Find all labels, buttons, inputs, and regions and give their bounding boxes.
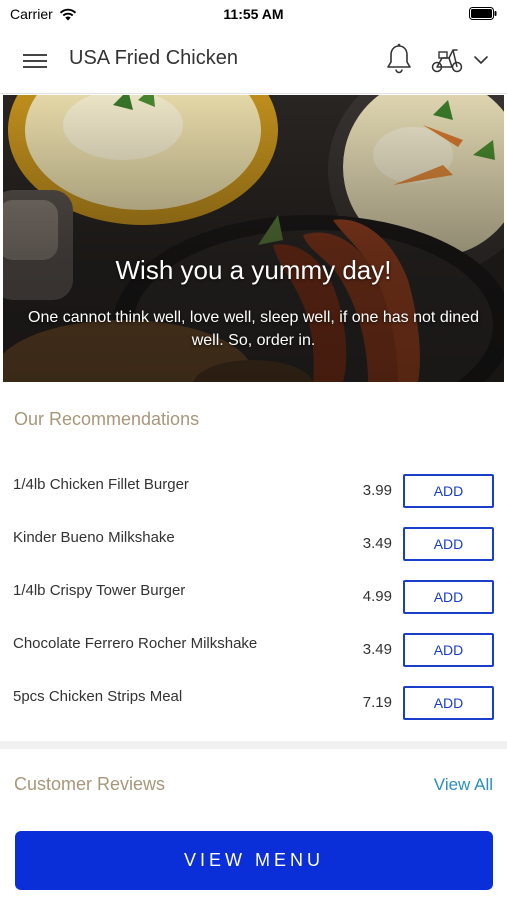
add-button[interactable]: ADD: [403, 686, 494, 720]
hero-banner: Wish you a yummy day! One cannot think w…: [3, 95, 504, 382]
item-price: 3.49: [362, 535, 392, 552]
hero-subtitle: One cannot think well, love well, sleep …: [28, 309, 479, 349]
list-item: Kinder Bueno Milkshake 3.49 ADD: [0, 523, 507, 576]
app-header: USA Fried Chicken: [0, 28, 507, 94]
item-price: 3.99: [362, 482, 392, 499]
item-name: Chocolate Ferrero Rocher Milkshake: [13, 635, 258, 652]
view-all-reviews-link[interactable]: View All: [434, 775, 493, 795]
list-item: 1/4lb Crispy Tower Burger 4.99 ADD: [0, 576, 507, 629]
hero-title: Wish you a yummy day!: [115, 255, 392, 285]
list-item: 1/4lb Chicken Fillet Burger 3.99 ADD: [0, 470, 507, 523]
item-price: 4.99: [362, 588, 392, 605]
bell-icon[interactable]: [384, 42, 414, 76]
restaurant-title: USA Fried Chicken: [69, 47, 238, 69]
reviews-title: Customer Reviews: [14, 774, 166, 794]
battery-icon: [469, 7, 497, 23]
recommendations-title: Our Recommendations: [14, 409, 200, 429]
add-button[interactable]: ADD: [403, 633, 494, 667]
add-button[interactable]: ADD: [403, 580, 494, 614]
list-item: 5pcs Chicken Strips Meal 7.19 ADD: [0, 682, 507, 735]
add-button[interactable]: ADD: [403, 527, 494, 561]
status-bar: Carrier 11:55 AM: [0, 0, 507, 28]
item-name: 5pcs Chicken Strips Meal: [13, 688, 183, 705]
add-button[interactable]: ADD: [403, 474, 494, 508]
chevron-down-icon[interactable]: [472, 50, 490, 70]
recommendations-list: 1/4lb Chicken Fillet Burger 3.99 ADD Kin…: [0, 470, 507, 735]
view-menu-button[interactable]: VIEW MENU: [15, 831, 493, 890]
item-name: Kinder Bueno Milkshake: [13, 529, 175, 546]
status-time: 11:55 AM: [223, 6, 284, 22]
list-item: Chocolate Ferrero Rocher Milkshake 3.49 …: [0, 629, 507, 682]
item-price: 7.19: [362, 694, 392, 711]
item-price: 3.49: [362, 641, 392, 658]
section-divider: [0, 741, 507, 749]
item-name: 1/4lb Chicken Fillet Burger: [13, 476, 189, 493]
hamburger-menu-icon[interactable]: [20, 48, 50, 74]
item-name: 1/4lb Crispy Tower Burger: [13, 582, 186, 599]
scooter-icon[interactable]: [430, 46, 464, 74]
